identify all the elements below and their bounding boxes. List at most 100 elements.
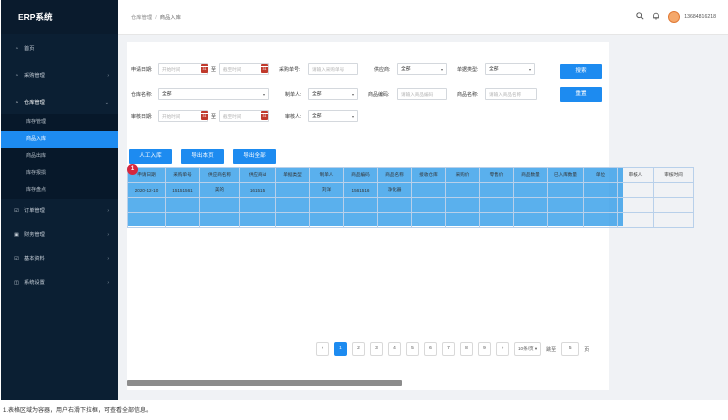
table-cell: 161515 <box>239 182 276 198</box>
supplier-select[interactable]: 全部 ▾ <box>397 63 447 75</box>
goto-label: 跳至 <box>546 346 557 353</box>
apply-date-label: 申请日期: <box>131 67 153 73</box>
dashboard-icon: ◔ <box>14 46 19 52</box>
footnote: 1.表格区域为容器，用户右滑下拉框，可查看全部信息。 <box>3 408 153 414</box>
table-row[interactable] <box>127 212 694 228</box>
page-button-4[interactable]: 4 <box>388 342 401 356</box>
column-header: 供应商id <box>239 167 276 183</box>
order-icon: ☑ <box>14 208 19 214</box>
cart-icon: ◔ <box>14 73 19 79</box>
finance-icon: ▣ <box>14 232 19 238</box>
product-name-input[interactable]: 请输入商品名称 <box>485 88 537 100</box>
page-button-8[interactable]: 8 <box>460 342 473 356</box>
table-cell <box>513 197 548 213</box>
column-header: 审核时间 <box>653 167 694 183</box>
chevron-right-icon: › <box>107 73 109 79</box>
purchase-no-label: 采购单号: <box>279 67 301 73</box>
calendar-icon[interactable]: 31 <box>201 64 208 73</box>
pagination: ‹ 1 2 3 4 5 6 7 8 9 › 10条/页 ▾ 跳至 5 页 <box>316 342 589 356</box>
table-cell <box>617 197 654 213</box>
sidebar-item-home[interactable]: ◔ 首页 <box>1 39 118 60</box>
table-cell <box>583 182 618 198</box>
horizontal-scrollbar[interactable] <box>127 380 402 386</box>
chevron-down-icon: ▾ <box>534 346 538 351</box>
table-cell <box>411 212 446 228</box>
product-name-label: 商品名称: <box>457 92 479 98</box>
data-table-container[interactable]: 申请日期 采购单号 供应商名称 供应商id 单据类型 制单人 商品编码 商品名称… <box>127 167 694 228</box>
product-code-input[interactable]: 请输入商品编码 <box>397 88 447 100</box>
table-header-row: 申请日期 采购单号 供应商名称 供应商id 单据类型 制单人 商品编码 商品名称… <box>127 167 694 183</box>
column-header: 单据类型 <box>275 167 310 183</box>
warehouse-label: 仓库名称: <box>131 92 153 98</box>
sidebar-subitem-damage[interactable]: 库存报损 <box>1 165 118 182</box>
goto-page-input[interactable]: 5 <box>561 342 580 356</box>
page-size-select[interactable]: 10条/页 ▾ <box>514 342 542 356</box>
profile-icon: ☑ <box>14 256 19 262</box>
annotation-marker: 1 <box>127 164 138 175</box>
export-page-button[interactable]: 导出本页 <box>181 149 224 164</box>
chevron-down-icon: ▾ <box>440 67 443 72</box>
user-phone[interactable]: 13684816218 <box>684 14 716 20</box>
reset-button[interactable]: 重置 <box>560 87 602 102</box>
to-label: 至 <box>211 67 217 73</box>
table-cell <box>377 212 412 228</box>
sidebar-item-finance[interactable]: ▣ 财务管理 › <box>1 223 118 247</box>
sidebar-item-warehouse[interactable]: ◔ 仓库管理 ⌄ <box>1 93 118 114</box>
chevron-down-icon: ▾ <box>262 92 265 97</box>
table-cell <box>411 182 446 198</box>
prev-page-button[interactable]: ‹ <box>316 342 329 356</box>
table-cell <box>479 197 514 213</box>
avatar[interactable] <box>668 11 681 23</box>
data-table: 申请日期 采购单号 供应商名称 供应商id 单据类型 制单人 商品编码 商品名称… <box>127 167 694 228</box>
page-button-9[interactable]: 9 <box>478 342 491 356</box>
breadcrumb-separator: / <box>155 15 157 21</box>
reviewer-select[interactable]: 全部 ▾ <box>308 110 358 122</box>
sidebar-item-basic-data[interactable]: ☑ 基本资料 › <box>1 247 118 271</box>
calendar-icon[interactable]: 31 <box>201 111 208 120</box>
sidebar-subitem-stock-in[interactable]: 商品入库 <box>1 131 118 148</box>
search-button[interactable]: 搜索 <box>560 64 602 79</box>
next-page-button[interactable]: › <box>496 342 509 356</box>
calendar-icon[interactable]: 31 <box>261 64 268 73</box>
table-cell <box>513 212 548 228</box>
chevron-down-icon: ▾ <box>351 114 354 119</box>
search-icon[interactable] <box>636 12 644 22</box>
table-cell <box>165 197 200 213</box>
bell-icon[interactable] <box>652 12 660 22</box>
table-cell <box>275 212 310 228</box>
purchase-no-input[interactable]: 请输入采购单号 <box>308 63 358 75</box>
chevron-down-icon: ⌄ <box>104 100 109 106</box>
export-all-button[interactable]: 导出全部 <box>233 149 276 164</box>
table-cell <box>309 212 344 228</box>
breadcrumb-item-warehouse[interactable]: 仓库管理 <box>131 15 152 21</box>
product-code-label: 商品编码: <box>368 92 390 98</box>
app-frame: ERP系统 ◔ 首页 ◔ 采购管理 › ◔ 仓库管理 ⌄ 库存管理 商品入库 商品出库… <box>1 0 728 400</box>
page-button-5[interactable]: 5 <box>406 342 419 356</box>
table-row[interactable]: 2020-12-10 15151561 美的 161515 刘洋 1561516… <box>127 182 694 198</box>
page-button-7[interactable]: 7 <box>442 342 455 356</box>
creator-label: 制单人: <box>285 92 302 98</box>
table-cell <box>165 212 200 228</box>
calendar-icon[interactable]: 31 <box>261 111 268 120</box>
sidebar-item-orders[interactable]: ☑ 订单管理 › <box>1 199 118 223</box>
table-cell <box>547 212 584 228</box>
table-cell <box>617 212 654 228</box>
table-cell <box>547 197 584 213</box>
page-button-1[interactable]: 1 <box>334 342 347 356</box>
table-cell <box>445 182 480 198</box>
doc-type-select[interactable]: 全部 ▾ <box>485 63 535 75</box>
page-button-6[interactable]: 6 <box>424 342 437 356</box>
sidebar-subitem-stock-out[interactable]: 商品出库 <box>1 148 118 165</box>
manual-stock-in-button[interactable]: 人工入库 <box>129 149 172 164</box>
table-row[interactable] <box>127 197 694 213</box>
warehouse-select[interactable]: 全部 ▾ <box>158 88 269 100</box>
page-button-3[interactable]: 3 <box>370 342 383 356</box>
table-cell <box>377 197 412 213</box>
page-button-2[interactable]: 2 <box>352 342 365 356</box>
sidebar-subitem-inventory-check[interactable]: 库存盘点 <box>1 182 118 199</box>
sidebar-subitem-stock[interactable]: 库存管理 <box>1 114 118 131</box>
sidebar-item-purchase[interactable]: ◔ 采购管理 › <box>1 66 118 87</box>
creator-select[interactable]: 全部 ▾ <box>308 88 358 100</box>
table-cell <box>411 197 446 213</box>
sidebar-item-settings[interactable]: ◫ 系统设置 › <box>1 271 118 295</box>
